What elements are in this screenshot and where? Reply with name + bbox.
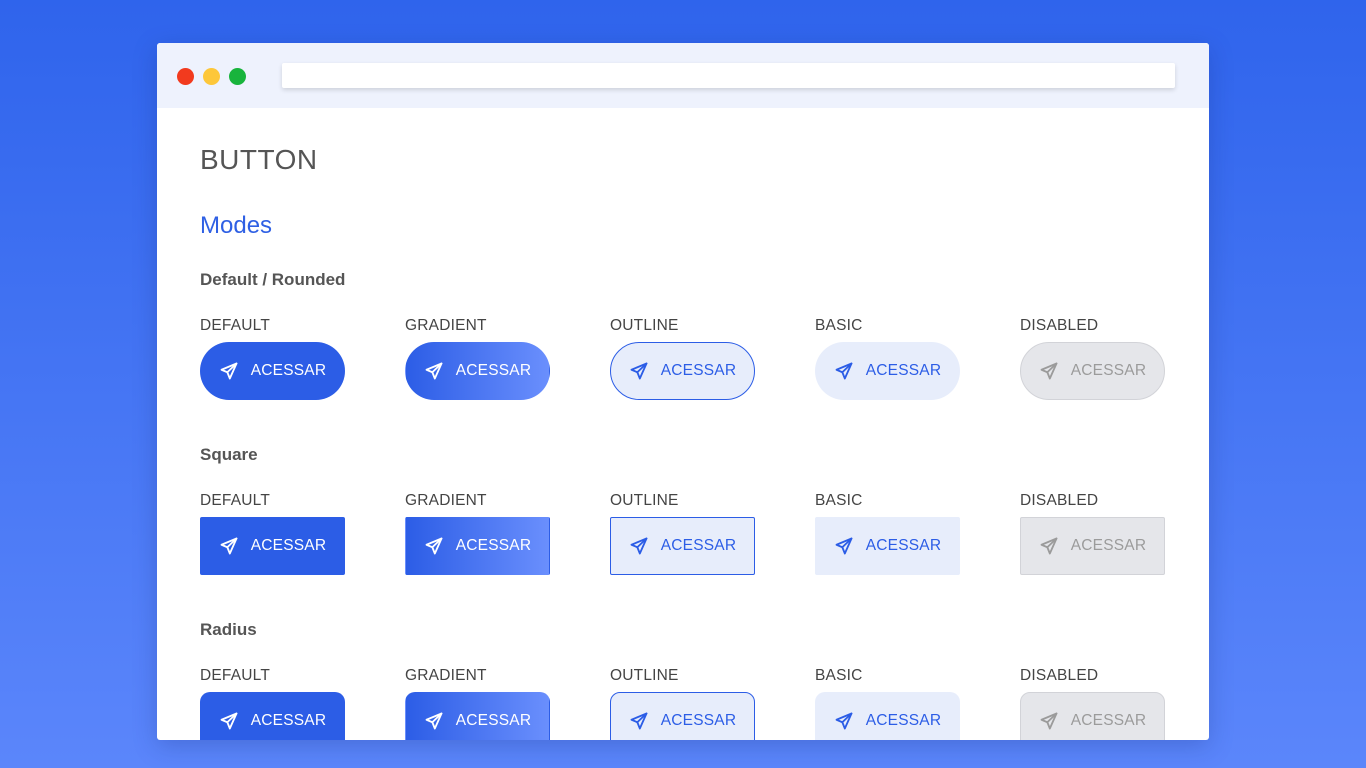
cell-label: BASIC xyxy=(815,492,863,509)
acessar-button-default-square[interactable]: ACESSAR xyxy=(200,517,345,575)
button-row: DEFAULT ACESSAR GRADIENT ACESSAR OUTLINE xyxy=(200,291,1180,411)
paper-plane-icon xyxy=(1039,361,1059,381)
cell-label: OUTLINE xyxy=(610,492,679,509)
paper-plane-icon xyxy=(219,536,239,556)
button-label: ACESSAR xyxy=(250,712,327,729)
button-label: ACESSAR xyxy=(865,362,942,379)
minimize-window-dot[interactable] xyxy=(203,68,220,85)
paper-plane-icon xyxy=(219,361,239,381)
button-label: ACESSAR xyxy=(1070,362,1147,379)
paper-plane-icon xyxy=(629,536,649,556)
button-label: ACESSAR xyxy=(865,712,942,729)
button-label: ACESSAR xyxy=(455,362,532,379)
button-label: ACESSAR xyxy=(660,712,737,729)
cell-label: GRADIENT xyxy=(405,667,487,684)
paper-plane-icon xyxy=(1039,536,1059,556)
acessar-button-basic-radius[interactable]: ACESSAR xyxy=(815,692,960,740)
paper-plane-icon xyxy=(834,361,854,381)
paper-plane-icon xyxy=(219,711,239,731)
button-label: ACESSAR xyxy=(250,537,327,554)
button-label: ACESSAR xyxy=(455,712,532,729)
browser-titlebar xyxy=(157,43,1209,108)
section-title: Modes xyxy=(200,212,273,239)
acessar-button-basic-rounded[interactable]: ACESSAR xyxy=(815,342,960,400)
acessar-button-outline-rounded[interactable]: ACESSAR xyxy=(610,342,755,400)
paper-plane-icon xyxy=(424,361,444,381)
cell-label: DISABLED xyxy=(1020,667,1099,684)
cell-label: DEFAULT xyxy=(200,492,271,509)
page-title: BUTTON xyxy=(200,144,318,175)
cell-label: BASIC xyxy=(815,667,863,684)
address-bar[interactable] xyxy=(282,63,1175,88)
acessar-button-default-radius[interactable]: ACESSAR xyxy=(200,692,345,740)
group-title: Radius xyxy=(200,620,257,639)
close-window-dot[interactable] xyxy=(177,68,194,85)
cell-label: GRADIENT xyxy=(405,317,487,334)
maximize-window-dot[interactable] xyxy=(229,68,246,85)
button-label: ACESSAR xyxy=(1070,537,1147,554)
browser-window: BUTTON Modes Default / Rounded DEFAULT A… xyxy=(157,43,1209,740)
acessar-button-outline-square[interactable]: ACESSAR xyxy=(610,517,755,575)
acessar-button-gradient-rounded[interactable]: ACESSAR xyxy=(405,342,550,400)
button-label: ACESSAR xyxy=(250,362,327,379)
paper-plane-icon xyxy=(424,536,444,556)
group-rounded: Default / Rounded DEFAULT ACESSAR GRADIE… xyxy=(200,269,1180,411)
acessar-button-default-rounded[interactable]: ACESSAR xyxy=(200,342,345,400)
button-label: ACESSAR xyxy=(660,537,737,554)
button-label: ACESSAR xyxy=(660,362,737,379)
cell-label: GRADIENT xyxy=(405,492,487,509)
paper-plane-icon xyxy=(834,711,854,731)
group-title: Default / Rounded xyxy=(200,270,346,289)
button-row: DEFAULT ACESSAR GRADIENT ACESSAR OUTLINE xyxy=(200,641,1180,740)
button-label: ACESSAR xyxy=(455,537,532,554)
acessar-button-disabled-radius: ACESSAR xyxy=(1020,692,1165,740)
acessar-button-gradient-radius[interactable]: ACESSAR xyxy=(405,692,550,740)
acessar-button-gradient-square[interactable]: ACESSAR xyxy=(405,517,550,575)
acessar-button-disabled-rounded: ACESSAR xyxy=(1020,342,1165,400)
button-label: ACESSAR xyxy=(1070,712,1147,729)
acessar-button-outline-radius[interactable]: ACESSAR xyxy=(610,692,755,740)
cell-label: DISABLED xyxy=(1020,317,1099,334)
acessar-button-disabled-square: ACESSAR xyxy=(1020,517,1165,575)
group-square: Square DEFAULT ACESSAR GRADIENT ACESSAR xyxy=(200,444,1180,586)
group-radius: Radius DEFAULT ACESSAR GRADIENT ACESSAR xyxy=(200,619,1180,740)
cell-label: DEFAULT xyxy=(200,317,271,334)
paper-plane-icon xyxy=(629,361,649,381)
cell-label: BASIC xyxy=(815,317,863,334)
cell-label: DISABLED xyxy=(1020,492,1099,509)
paper-plane-icon xyxy=(1039,711,1059,731)
button-row: DEFAULT ACESSAR GRADIENT ACESSAR OUTLINE xyxy=(200,466,1180,586)
cell-label: OUTLINE xyxy=(610,667,679,684)
group-title: Square xyxy=(200,445,258,464)
cell-label: OUTLINE xyxy=(610,317,679,334)
cell-label: DEFAULT xyxy=(200,667,271,684)
button-label: ACESSAR xyxy=(865,537,942,554)
paper-plane-icon xyxy=(834,536,854,556)
paper-plane-icon xyxy=(629,711,649,731)
paper-plane-icon xyxy=(424,711,444,731)
acessar-button-basic-square[interactable]: ACESSAR xyxy=(815,517,960,575)
